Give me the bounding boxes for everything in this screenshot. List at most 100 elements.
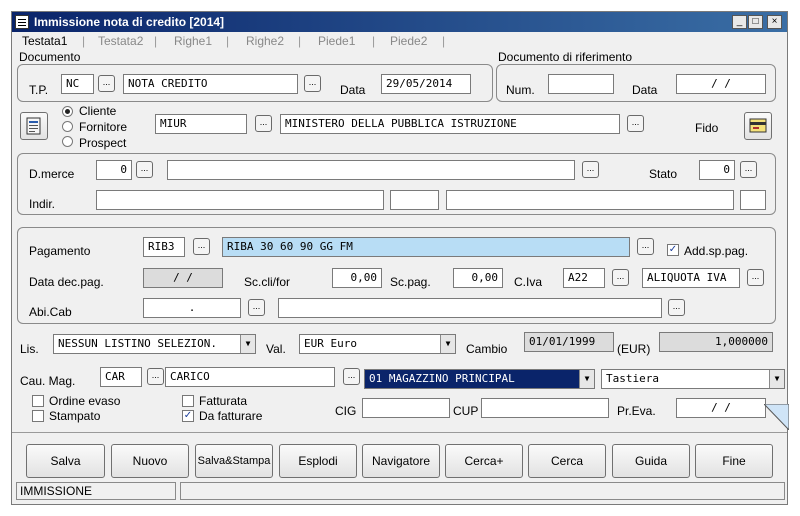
cig-field[interactable] (362, 398, 450, 418)
tab-piede2[interactable]: Piede2 (390, 34, 427, 48)
abicab-desc-lookup-button[interactable]: ... (668, 299, 685, 316)
maximize-button[interactable]: □ (748, 15, 763, 29)
chevron-down-icon[interactable]: ▼ (440, 335, 455, 353)
title-bar: Immissione nota di credito [2014] _ □ × (12, 12, 787, 32)
cup-field[interactable] (481, 398, 609, 418)
cliente-radio[interactable] (62, 106, 73, 117)
tab-separator: | (82, 34, 86, 48)
cambio-date-field[interactable]: 01/01/1999 (524, 332, 614, 352)
cambio-value-field[interactable]: 1,000000 (659, 332, 773, 352)
cerca-button[interactable]: Cerca (528, 444, 606, 478)
cambio-label: Cambio (466, 342, 508, 356)
dmerce-code-field[interactable]: 0 (96, 160, 132, 180)
tp-code-field[interactable]: NC (61, 74, 94, 94)
cau-mag-desc-lookup-button[interactable]: ... (343, 368, 360, 385)
ordine-evaso-label: Ordine evaso (49, 394, 121, 408)
valuta-select[interactable]: EUR Euro ▼ (299, 334, 456, 354)
pagamento-desc-lookup-button[interactable]: ... (637, 238, 654, 255)
riferimento-data-field[interactable]: / / (676, 74, 766, 94)
fido-label: Fido (695, 121, 719, 135)
tab-testata1[interactable]: Testata1 (22, 34, 67, 48)
tp-desc-lookup-button[interactable]: ... (304, 75, 321, 92)
cau-mag-desc-field[interactable]: CARICO (165, 367, 335, 387)
prov-field[interactable] (740, 190, 766, 210)
main-window: Immissione nota di credito [2014] _ □ × … (11, 11, 789, 505)
magazzino-select[interactable]: 01 MAGAZZINO PRINCIPAL ▼ (364, 369, 595, 389)
civa-desc-lookup-button[interactable]: ... (747, 269, 764, 286)
status-mode: IMMISSIONE (16, 482, 176, 500)
tp-label: T.P. (29, 83, 49, 97)
pagamento-lookup-button[interactable]: ... (193, 238, 210, 255)
civa-code-field[interactable]: A22 (563, 268, 605, 288)
add-sp-pag-label: Add.sp.pag. (684, 244, 749, 258)
riferimento-num-field[interactable] (548, 74, 614, 94)
pagamento-code-field[interactable]: RIB3 (143, 237, 185, 257)
tab-righe1[interactable]: Righe1 (174, 34, 212, 48)
abicab-field[interactable]: . (143, 298, 241, 318)
cerca-plus-button[interactable]: Cerca+ (445, 444, 523, 478)
abicab-lookup-button[interactable]: ... (248, 299, 265, 316)
soggetto-code-field[interactable]: MIUR (155, 114, 247, 134)
tp-desc-field[interactable]: NOTA CREDITO (123, 74, 298, 94)
fido-button[interactable] (744, 112, 772, 140)
stampato-checkbox[interactable] (32, 410, 44, 422)
listino-label: Lis. (20, 342, 39, 356)
civa-lookup-button[interactable]: ... (612, 269, 629, 286)
tab-separator: | (372, 34, 376, 48)
fatturata-label: Fatturata (199, 394, 248, 408)
dmerce-lookup-button[interactable]: ... (136, 161, 153, 178)
navigatore-button[interactable]: Navigatore (362, 444, 440, 478)
preva-field[interactable]: / / (676, 398, 766, 418)
cau-mag-lookup-button[interactable]: ... (147, 368, 164, 385)
abicab-desc-field[interactable] (278, 298, 662, 318)
tab-righe2[interactable]: Righe2 (246, 34, 284, 48)
da-fatturare-checkbox[interactable]: ✓ (182, 410, 194, 422)
soggetto-desc-field[interactable]: MINISTERO DELLA PUBBLICA ISTRUZIONE (280, 114, 620, 134)
chevron-down-icon[interactable]: ▼ (579, 370, 594, 388)
cau-mag-code-field[interactable]: CAR (100, 367, 142, 387)
stato-field[interactable]: 0 (699, 160, 735, 180)
stato-lookup-button[interactable]: ... (740, 161, 757, 178)
add-sp-pag-checkbox[interactable]: ✓ (667, 244, 679, 256)
soggetto-lookup-button[interactable]: ... (255, 115, 272, 132)
civa-desc-field[interactable]: ALIQUOTA IVA (642, 268, 740, 288)
ordine-evaso-checkbox[interactable] (32, 395, 44, 407)
sc-pag-field[interactable]: 0,00 (453, 268, 503, 288)
salva-stampa-button[interactable]: Salva&Stampa (195, 444, 273, 478)
minimize-button[interactable]: _ (732, 15, 747, 29)
valuta-label: Val. (266, 342, 286, 356)
indir-field[interactable] (96, 190, 384, 210)
pagamento-desc-field[interactable]: RIBA 30 60 90 GG FM (222, 237, 630, 257)
input-mode-select[interactable]: Tastiera ▼ (601, 369, 785, 389)
input-mode-value: Tastiera (606, 372, 659, 385)
dmerce-label: D.merce (29, 167, 75, 181)
nuovo-button[interactable]: Nuovo (111, 444, 189, 478)
chevron-down-icon[interactable]: ▼ (240, 335, 255, 353)
cap-field[interactable] (390, 190, 439, 210)
dmerce-desc-lookup-button[interactable]: ... (582, 161, 599, 178)
cig-label: CIG (335, 404, 357, 418)
esplodi-button[interactable]: Esplodi (279, 444, 357, 478)
guida-button[interactable]: Guida (612, 444, 690, 478)
tab-piede1[interactable]: Piede1 (318, 34, 355, 48)
soggetto-desc-lookup-button[interactable]: ... (627, 115, 644, 132)
tab-testata2[interactable]: Testata2 (98, 34, 143, 48)
documento-data-label: Data (340, 83, 366, 97)
documento-data-field[interactable]: 29/05/2014 (381, 74, 471, 94)
listino-select[interactable]: NESSUN LISTINO SELEZION. ▼ (53, 334, 256, 354)
fornitore-radio[interactable] (62, 121, 73, 132)
citta-field[interactable] (446, 190, 734, 210)
fine-button[interactable]: Fine (695, 444, 773, 478)
salva-button[interactable]: Salva (26, 444, 105, 478)
prospect-radio[interactable] (62, 136, 73, 147)
tp-lookup-button[interactable]: ... (98, 75, 115, 92)
stampato-label: Stampato (49, 409, 101, 423)
customer-card-button[interactable] (20, 112, 48, 140)
chevron-down-icon[interactable]: ▼ (769, 370, 784, 388)
dmerce-desc-field[interactable] (167, 160, 575, 180)
data-dec-pag-field[interactable]: / / (143, 268, 223, 288)
tab-separator: | (298, 34, 302, 48)
close-button[interactable]: × (767, 15, 782, 29)
sc-cli-for-field[interactable]: 0,00 (332, 268, 382, 288)
fatturata-checkbox[interactable] (182, 395, 194, 407)
